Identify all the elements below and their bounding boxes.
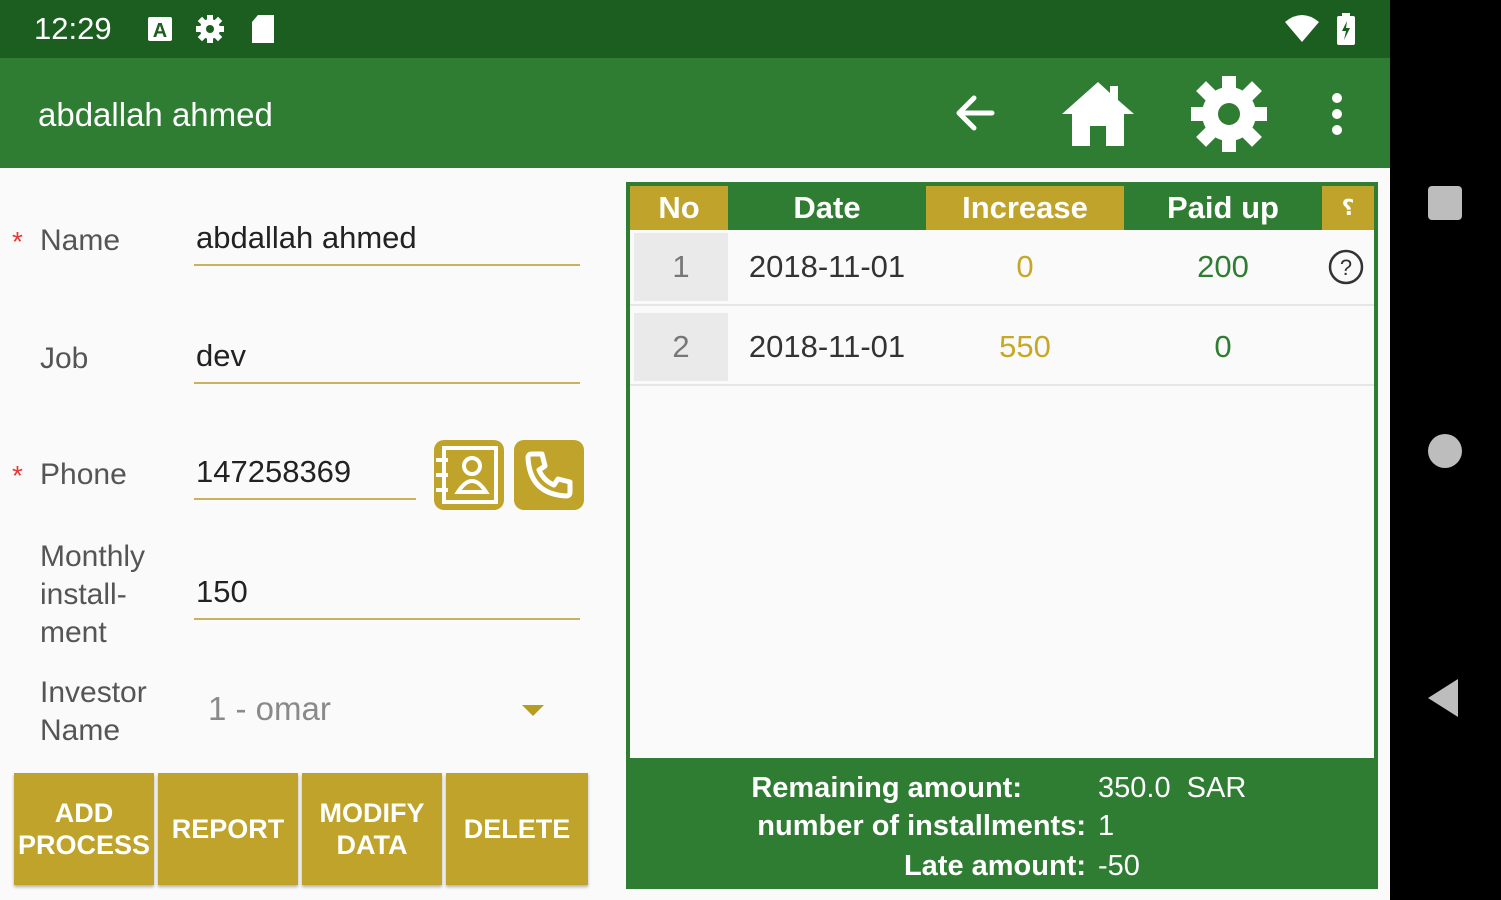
- sd-card-icon: [252, 15, 274, 43]
- monthly-installment-field[interactable]: 150: [194, 572, 580, 620]
- app-screen: 12:29 A abdallah ahmed * Name abdallah a…: [0, 0, 1390, 900]
- header-paid-up: Paid up: [1124, 186, 1322, 230]
- cell-date: 2018-11-01: [748, 329, 906, 364]
- back-arrow-icon[interactable]: [950, 88, 1000, 138]
- contacts-icon: [436, 446, 498, 504]
- gear-icon[interactable]: [1188, 74, 1270, 154]
- header-date: Date: [728, 186, 926, 230]
- late-amount-value: -50: [1098, 850, 1140, 882]
- home-button-icon[interactable]: [1426, 432, 1464, 470]
- wifi-icon: [1285, 15, 1319, 42]
- monthly-installment-label: Monthly install- ment: [40, 540, 146, 649]
- call-button[interactable]: [514, 440, 584, 510]
- system-nav-bar: [1390, 0, 1501, 900]
- name-field[interactable]: abdallah ahmed: [194, 218, 580, 266]
- cell-paid-up: 200: [1197, 249, 1249, 284]
- header-no: No: [630, 186, 728, 230]
- transactions-table: No Date Increase Paid up ؟ 1 2018-11-01 …: [626, 182, 1378, 889]
- cell-increase: 0: [1016, 249, 1034, 284]
- table-row[interactable]: 2 2018-11-01 550 0: [630, 310, 1374, 386]
- investor-select[interactable]: 1 - omar: [208, 690, 558, 736]
- phone-field[interactable]: 147258369: [194, 452, 416, 500]
- page-title: abdallah ahmed: [38, 96, 273, 133]
- help-icon[interactable]: ?: [1322, 230, 1370, 304]
- phone-icon: [525, 451, 573, 499]
- investor-name-label: Investor Name: [40, 676, 147, 747]
- installments-count-value: 1: [1098, 810, 1115, 842]
- header-increase: Increase: [926, 186, 1124, 230]
- cell-date: 2018-11-01: [748, 249, 906, 284]
- remaining-amount-label: Remaining amount:: [751, 772, 1022, 804]
- cell-increase: 550: [999, 329, 1051, 364]
- installments-count-label: number of installments:: [757, 810, 1086, 842]
- cell-paid-up: 0: [1214, 329, 1232, 364]
- svg-text:?: ?: [1340, 255, 1352, 280]
- job-field[interactable]: dev: [194, 336, 580, 384]
- required-marker: *: [12, 460, 23, 491]
- table-body: 1 2018-11-01 0 200 ? 2 2018-11-01 550 0: [630, 230, 1374, 758]
- report-button[interactable]: REPORT: [158, 773, 298, 885]
- required-marker: *: [12, 226, 23, 257]
- modify-data-button[interactable]: MODIFY DATA: [302, 773, 442, 885]
- contacts-button[interactable]: [434, 440, 504, 510]
- status-bar: 12:29 A: [0, 0, 1390, 58]
- recents-button-icon[interactable]: [1426, 184, 1464, 222]
- settings-icon: [196, 15, 224, 43]
- app-bar: abdallah ahmed: [0, 58, 1390, 168]
- late-amount-label: Late amount:: [903, 850, 1086, 882]
- add-process-button[interactable]: ADD PROCESS: [14, 773, 154, 885]
- a-notification-icon: A: [148, 17, 172, 42]
- cell-no: 2: [634, 313, 728, 381]
- battery-icon: [1337, 13, 1355, 45]
- name-label: Name: [40, 224, 121, 257]
- back-button-icon[interactable]: [1424, 677, 1464, 719]
- job-label: Job: [40, 342, 89, 375]
- home-icon[interactable]: [1058, 78, 1138, 148]
- summary-panel: Remaining amount: 350.0 SAR number of in…: [626, 762, 1378, 889]
- remaining-amount-value: 350.0 SAR: [1098, 772, 1247, 804]
- help-circle-icon: ?: [1328, 249, 1364, 285]
- chevron-down-icon[interactable]: [522, 705, 544, 716]
- status-time: 12:29: [34, 11, 112, 46]
- header-info: ؟: [1322, 186, 1374, 230]
- overflow-menu-icon[interactable]: [1322, 92, 1352, 136]
- table-row[interactable]: 1 2018-11-01 0 200 ?: [630, 230, 1374, 306]
- phone-label: Phone: [40, 458, 127, 491]
- svg-text:A: A: [153, 20, 167, 42]
- cell-no: 1: [634, 233, 728, 301]
